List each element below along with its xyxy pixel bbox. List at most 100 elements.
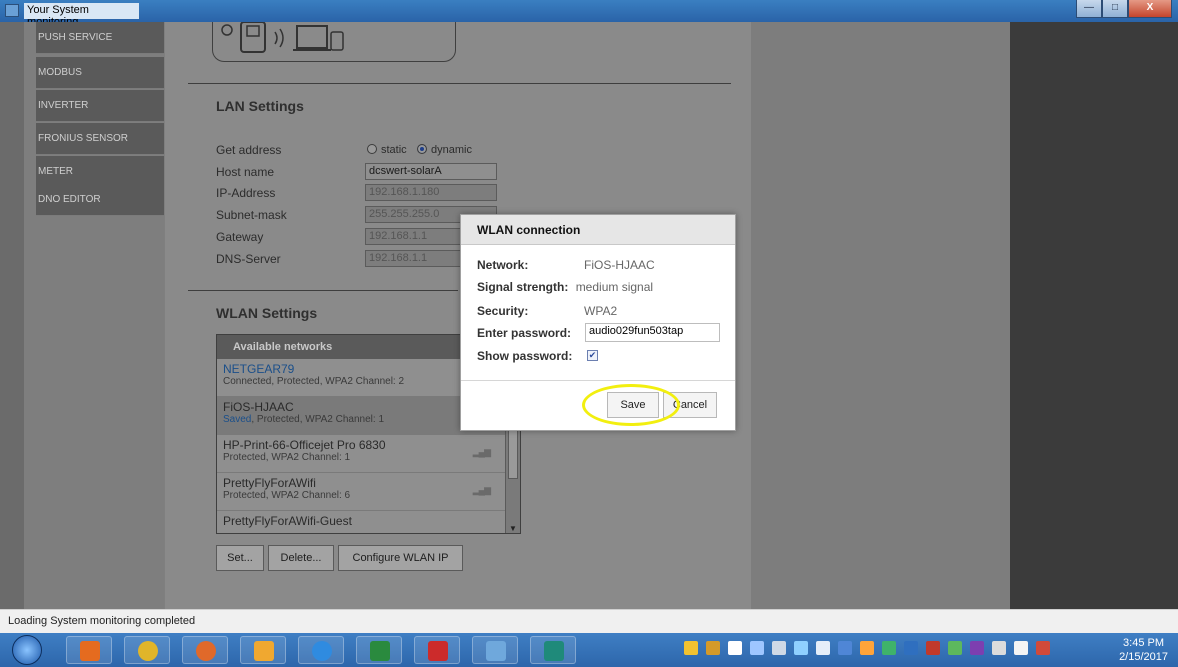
network-detail: Protected, WPA2 Channel: 6 — [223, 490, 351, 501]
lan-settings-heading: LAN Settings — [216, 98, 304, 114]
taskbar-excel-icon[interactable] — [356, 636, 402, 664]
minimize-button[interactable]: — — [1076, 0, 1102, 18]
device-illustration — [212, 21, 456, 62]
scrollbar-thumb[interactable] — [508, 429, 518, 479]
divider — [188, 290, 458, 291]
radio-static-dot[interactable] — [367, 144, 377, 154]
show-password-label: Show password: — [477, 349, 573, 363]
close-button[interactable]: X — [1128, 0, 1172, 18]
dns-server-label: DNS-Server — [216, 252, 281, 266]
network-detail: Protected, WPA2 Channel: 1 — [223, 452, 351, 463]
show-password-checkbox[interactable]: ✔ — [587, 350, 598, 361]
status-bar: Loading System monitoring completed — [0, 609, 1178, 633]
window-title: Your System monitoring — [24, 3, 139, 28]
tray-app7-icon[interactable] — [948, 641, 962, 655]
tray-app5-icon[interactable] — [904, 641, 918, 655]
taskbar-monitor-app-icon[interactable] — [472, 636, 518, 664]
taskbar-outlook-icon[interactable] — [66, 636, 112, 664]
password-input[interactable]: audio029fun503tap — [585, 323, 720, 342]
tray-display-icon[interactable] — [816, 641, 830, 655]
radio-static[interactable]: static — [367, 144, 407, 156]
tray-wifi-icon[interactable] — [794, 641, 808, 655]
window-titlebar: Your System monitoring — □ X — [0, 0, 1178, 28]
window-controls: — □ X — [1076, 0, 1172, 20]
tray-app4-icon[interactable] — [882, 641, 896, 655]
taskbar-ie-icon[interactable] — [298, 636, 344, 664]
tray-volume-icon[interactable] — [1014, 641, 1028, 655]
signal-strength-value: medium signal — [575, 280, 654, 294]
gateway-label: Gateway — [216, 230, 264, 244]
set-button[interactable]: Set... — [216, 545, 264, 571]
network-name: PrettyFlyForAWifi — [223, 476, 316, 490]
wlan-settings-heading: WLAN Settings — [216, 305, 318, 321]
signal-strength-icon: ▂▄▆ — [472, 447, 491, 457]
delete-button[interactable]: Delete... — [268, 545, 334, 571]
clock-date: 2/15/2017 — [1119, 651, 1168, 663]
tray-app3-icon[interactable] — [860, 641, 874, 655]
ip-address-label: IP-Address — [216, 186, 276, 200]
radio-dynamic[interactable]: dynamic — [417, 144, 472, 156]
inverter-wifi-device-icon — [221, 21, 344, 53]
network-label: Network: — [477, 258, 529, 272]
configure-wlan-ip-button[interactable]: Configure WLAN IP — [338, 545, 463, 571]
taskbar-pdf-icon[interactable] — [414, 636, 460, 664]
password-row: Enter password: — [477, 326, 571, 340]
nav-item-modbus[interactable]: MODBUS — [36, 57, 164, 89]
taskbar-firefox-icon[interactable] — [182, 636, 228, 664]
scroll-down-arrow-icon[interactable]: ▼ — [509, 524, 517, 533]
start-button-icon[interactable] — [12, 635, 42, 665]
ip-address-input[interactable]: 192.168.1.180 — [365, 184, 497, 201]
show-password-row: Show password: — [477, 349, 572, 363]
clock-time: 3:45 PM — [1123, 637, 1165, 649]
tray-flag-icon[interactable] — [1036, 641, 1050, 655]
taskbar-outlook-alt-icon[interactable] — [240, 636, 286, 664]
tray-app2-icon[interactable] — [838, 641, 852, 655]
maximize-button[interactable]: □ — [1102, 0, 1128, 18]
taskbar-publisher-icon[interactable] — [530, 636, 576, 664]
dialog-divider — [461, 380, 735, 381]
side-navigation: PUSH SERVICE MODBUS INVERTER FRONIUS SEN… — [24, 22, 164, 609]
checkmark-icon: ✔ — [588, 350, 597, 360]
network-list-scrollbar[interactable]: ▼ — [505, 425, 520, 533]
system-tray — [684, 641, 1104, 659]
get-address-label: Get address — [216, 143, 282, 157]
tray-drive-icon[interactable] — [772, 641, 786, 655]
network-item-hp-print[interactable]: HP-Print-66-Officejet Pro 6830 Protected… — [217, 435, 520, 473]
radio-dynamic-dot[interactable] — [417, 144, 427, 154]
tray-bluetooth-icon[interactable] — [750, 641, 764, 655]
tray-signal-icon[interactable] — [728, 641, 742, 655]
right-panel — [751, 22, 1010, 609]
password-label: Enter password: — [477, 326, 572, 340]
security-row: Security: WPA2 — [477, 304, 617, 318]
security-label: Security: — [477, 304, 529, 318]
nav-item-inverter[interactable]: INVERTER — [36, 90, 164, 122]
tray-onenote-icon[interactable] — [970, 641, 984, 655]
signal-strength-label: Signal strength: — [477, 280, 569, 294]
windows-taskbar: 3:45 PM 2/15/2017 — [0, 633, 1178, 667]
signal-row: Signal strength: medium signal — [477, 280, 653, 294]
nav-item-fronius-sensor-cards[interactable]: FRONIUS SENSOR CARDS — [36, 123, 164, 176]
host-name-label: Host name — [216, 165, 275, 179]
taskbar-chrome-icon[interactable] — [124, 636, 170, 664]
network-item-prettyflyforawifi-guest[interactable]: PrettyFlyForAWifi-Guest — [217, 511, 520, 533]
network-row: Network: FiOS-HJAAC — [477, 258, 655, 272]
dialog-title: WLAN connection — [461, 215, 735, 245]
right-dark-panel — [1010, 22, 1178, 609]
tray-app-icon[interactable] — [706, 641, 720, 655]
saved-link[interactable]: Saved — [223, 414, 251, 425]
taskbar-clock[interactable]: 3:45 PM 2/15/2017 — [1119, 636, 1168, 664]
save-highlight-ellipse — [582, 384, 680, 426]
network-item-prettyflyforawifi[interactable]: PrettyFlyForAWifi Protected, WPA2 Channe… — [217, 473, 520, 511]
tray-app6-icon[interactable] — [926, 641, 940, 655]
nav-item-push-service[interactable]: PUSH SERVICE — [36, 22, 164, 54]
nav-item-dno-editor[interactable]: DNO EDITOR — [36, 184, 164, 216]
app-icon — [5, 4, 19, 17]
tray-battery-icon[interactable] — [992, 641, 1006, 655]
network-name: HP-Print-66-Officejet Pro 6830 — [223, 438, 386, 452]
signal-strength-icon: ▂▄▆ — [472, 485, 491, 495]
host-name-input[interactable]: dcswert-solarA — [365, 163, 497, 180]
network-value: FiOS-HJAAC — [584, 258, 655, 272]
tray-alert-icon[interactable] — [684, 641, 698, 655]
security-value: WPA2 — [584, 304, 618, 318]
divider — [188, 83, 731, 84]
